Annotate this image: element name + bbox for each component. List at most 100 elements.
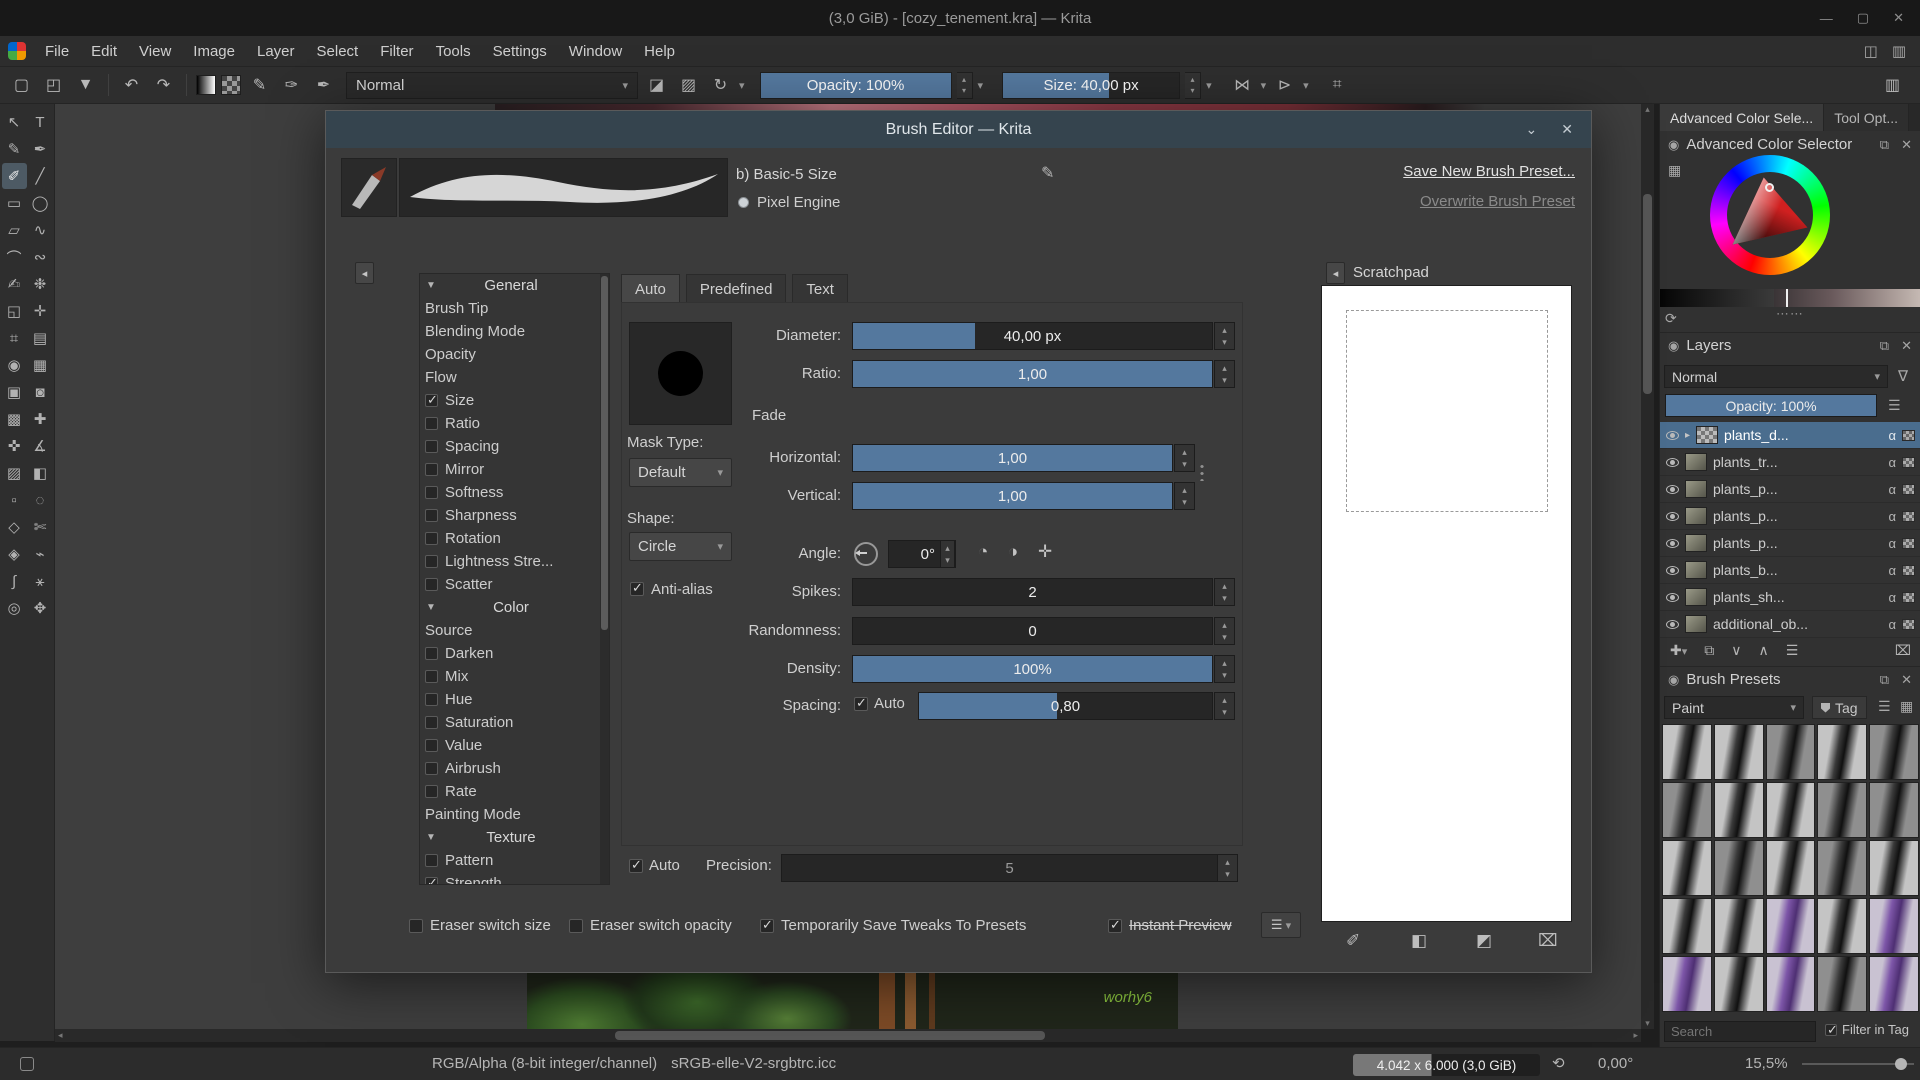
close-docker-icon[interactable]: ✕ [1901, 137, 1912, 153]
density-slider[interactable]: 100% [852, 655, 1213, 683]
scratchpad-clear-icon[interactable]: ⌧ [1538, 931, 1558, 951]
diameter-spinner[interactable]: ▴ ▾ [1214, 322, 1235, 350]
layer-visibility-icon[interactable] [1666, 619, 1679, 629]
tool-crop[interactable]: ⌗ [2, 325, 27, 351]
option-checkbox[interactable] [425, 762, 438, 775]
option-checkbox[interactable] [425, 647, 438, 660]
brush-settings-icon[interactable]: ✎ [246, 72, 273, 99]
tool-calligraphy[interactable]: ✒ [28, 136, 53, 162]
angle-sample-icon[interactable]: ✛ [1038, 542, 1052, 562]
layer-visibility-icon[interactable] [1666, 484, 1679, 494]
horizontal-fade-slider[interactable]: 1,00 [852, 444, 1173, 472]
fade-link-handle[interactable] [1198, 463, 1206, 481]
layer-visibility-icon[interactable] [1666, 511, 1679, 521]
scratchpad-paint-icon[interactable]: ✐ [1346, 931, 1360, 951]
horizontal-scroll-thumb[interactable] [615, 1031, 1045, 1040]
alpha-lock-icon[interactable] [1902, 510, 1915, 522]
tool-similar-select[interactable]: ◈ [2, 541, 27, 567]
tool-text[interactable]: T [28, 109, 53, 135]
instant-preview-checkbox[interactable] [1108, 917, 1122, 933]
layer-row-plants-p[interactable]: plants_p... α [1660, 476, 1920, 503]
opacity-spinner[interactable]: ▴ ▾ [956, 71, 973, 99]
collapse-scratchpad-button[interactable]: ◂ [1326, 262, 1345, 284]
vertical-fade-slider[interactable]: 1,00 [852, 482, 1173, 510]
menu-view[interactable]: View [128, 36, 182, 66]
scroll-down-icon[interactable]: ▾ [1641, 1018, 1654, 1029]
tool-fill[interactable]: ▣ [2, 379, 27, 405]
layer-options-icon[interactable]: ☰ [1888, 397, 1901, 414]
filter-in-tag-checkbox[interactable] [1825, 1022, 1838, 1038]
inherit-alpha-icon[interactable]: α [1888, 428, 1896, 443]
menu-filter[interactable]: Filter [369, 36, 424, 66]
tool-select-shapes[interactable]: ↖ [2, 109, 27, 135]
randomness-slider[interactable]: 0 [852, 617, 1213, 645]
menu-settings[interactable]: Settings [482, 36, 558, 66]
tool-rectangle[interactable]: ▭ [2, 190, 27, 216]
tool-line[interactable]: ╱ [28, 163, 53, 189]
brush-preset-tile-24[interactable] [1817, 956, 1868, 1012]
alpha-lock-icon[interactable] [1902, 429, 1915, 441]
layer-visibility-icon[interactable] [1666, 430, 1679, 440]
close-docker-icon[interactable]: ✕ [1901, 338, 1912, 354]
layer-opacity-slider[interactable]: Opacity: 100% [1665, 394, 1877, 417]
docker-config-icon[interactable]: ◉ [1668, 137, 1679, 153]
scratchpad-gradient-icon[interactable]: ◧ [1411, 931, 1427, 951]
inherit-alpha-icon[interactable]: α [1888, 509, 1896, 524]
scroll-right-icon[interactable]: ▸ [1633, 1029, 1638, 1042]
option-item-painting-mode[interactable]: Painting Mode [420, 803, 609, 826]
value-gradient-strip[interactable] [1660, 289, 1774, 307]
angle-fan-icon[interactable]: ◔ [978, 542, 988, 562]
selector-shape-icon[interactable]: ▦ [1668, 162, 1681, 179]
option-item-strength[interactable]: Strength [420, 872, 609, 884]
alpha-lock-icon[interactable] [1902, 456, 1915, 468]
option-item-softness[interactable]: Softness [420, 481, 609, 504]
alpha-lock-icon[interactable] [1902, 618, 1915, 630]
workspace-chooser-icon[interactable]: ◫ [1864, 42, 1878, 60]
tool-transform[interactable]: ◱ [2, 298, 27, 324]
pattern-chooser-icon[interactable] [221, 75, 241, 95]
tool-polygon[interactable]: ▱ [2, 217, 27, 243]
spikes-slider[interactable]: 2 [852, 578, 1213, 606]
menu-tools[interactable]: Tools [425, 36, 482, 66]
scroll-left-icon[interactable]: ◂ [58, 1029, 63, 1042]
inherit-alpha-icon[interactable]: α [1888, 482, 1896, 497]
tool-polygon-select[interactable]: ◇ [2, 514, 27, 540]
dialog-menu-button[interactable]: ☰ ▾ [1261, 912, 1301, 938]
alpha-lock-icon[interactable] [1902, 591, 1915, 603]
option-item-lightness-stre[interactable]: Lightness Stre... [420, 550, 609, 573]
add-layer-button[interactable]: ✚▾ [1670, 642, 1687, 659]
brush-preset-tile-5[interactable] [1869, 724, 1919, 780]
angle-fan-reverse-icon[interactable]: ◑ [1008, 542, 1018, 562]
tool-ellipse-select[interactable]: ◌ [28, 487, 53, 513]
collapse-options-button[interactable]: ◂ [355, 262, 374, 284]
tool-lazy-fill[interactable]: ◧ [28, 460, 53, 486]
blending-mode-dropdown[interactable]: Normal ▾ [346, 71, 638, 99]
window-close-icon[interactable]: ✕ [1893, 10, 1904, 26]
mirror-vertical-icon[interactable]: ⊳ [1271, 72, 1298, 99]
zoom-slider[interactable] [1802, 1058, 1914, 1070]
size-spinner[interactable]: ▴ ▾ [1185, 71, 1202, 99]
tool-zoom[interactable]: ◎ [2, 595, 27, 621]
spacing-spinner[interactable]: ▴ ▾ [1214, 692, 1235, 720]
option-checkbox[interactable] [425, 670, 438, 683]
window-layout-icon[interactable]: ▥ [1892, 42, 1906, 60]
opacity-slider[interactable]: Opacity: 100% [759, 71, 952, 99]
option-item-source[interactable]: Source [420, 619, 609, 642]
brush-preset-tile-6[interactable] [1662, 782, 1712, 838]
option-checkbox[interactable] [425, 578, 438, 591]
tool-pattern-edit[interactable]: ▦ [28, 352, 53, 378]
ratio-slider[interactable]: 1,00 [852, 360, 1213, 388]
overwrite-preset-button[interactable]: Overwrite Brush Preset [1420, 193, 1575, 210]
brush-preset-tile-19[interactable] [1817, 898, 1868, 954]
layer-row-plants-tr[interactable]: plants_tr... α [1660, 449, 1920, 476]
option-item-pattern[interactable]: Pattern [420, 849, 609, 872]
brush-preset-tile-7[interactable] [1713, 782, 1764, 838]
save-tweaks-checkbox[interactable] [760, 917, 774, 933]
tool-colorize-mask[interactable]: ▩ [2, 406, 27, 432]
option-item-spacing[interactable]: Spacing [420, 435, 609, 458]
option-item-rotation[interactable]: Rotation [420, 527, 609, 550]
brush-preset-tile-14[interactable] [1817, 840, 1868, 896]
tool-color-sampler[interactable]: ◉ [2, 352, 27, 378]
save-document-icon[interactable]: ▼ [72, 72, 99, 99]
brush-preset-tile-21[interactable] [1662, 956, 1712, 1012]
